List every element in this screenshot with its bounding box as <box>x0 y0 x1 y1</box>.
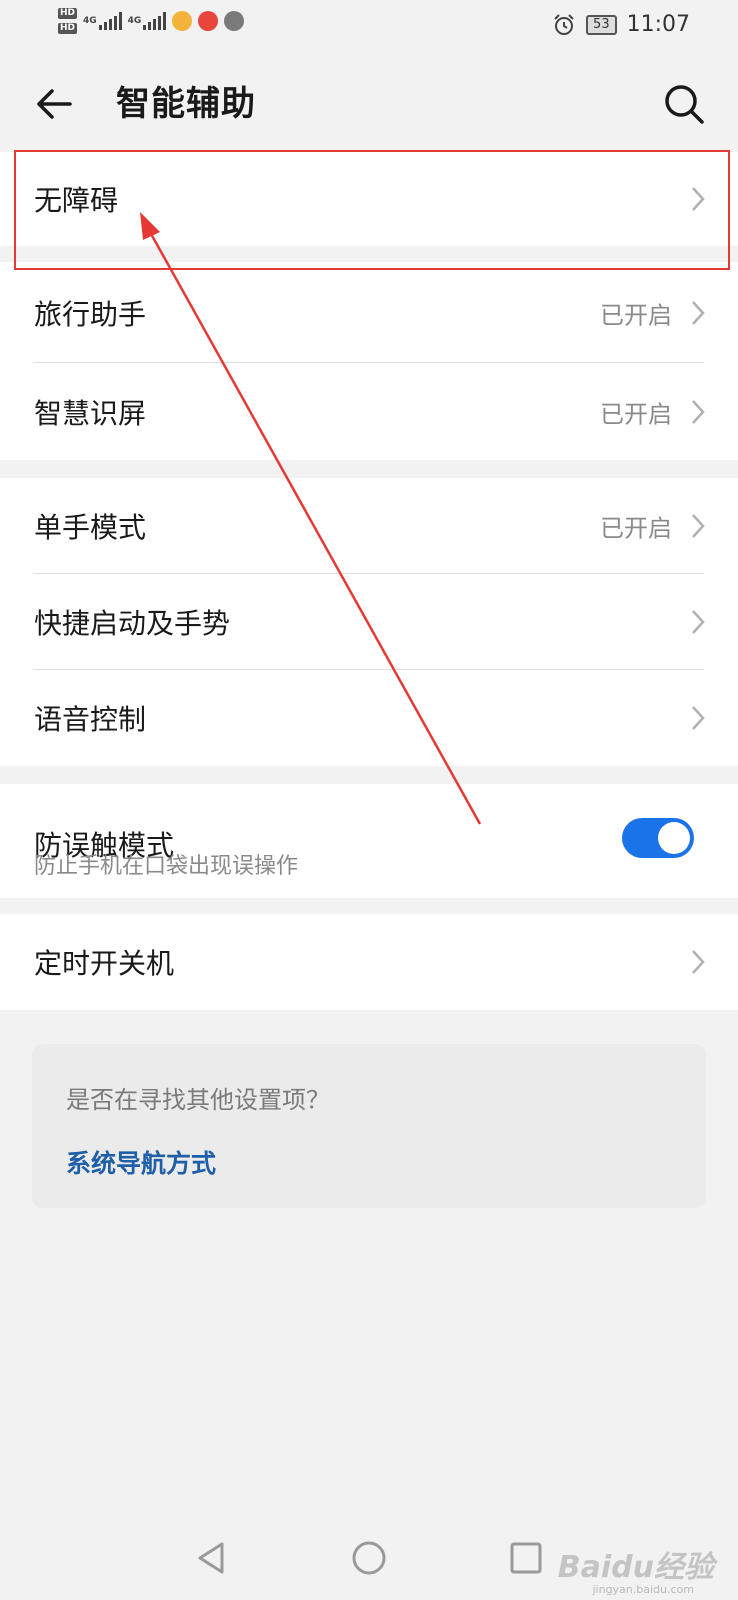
controls-card: 单手模式 已开启 快捷启动及手势 语音控制 <box>0 478 738 766</box>
scheduled-power-label: 定时开关机 <box>34 947 175 980</box>
clock-time: 11:07 <box>626 12 690 37</box>
travel-assistant-status: 已开启 <box>600 301 672 329</box>
toggle-knob <box>658 822 690 854</box>
watermark-url: jingyan.baidu.com <box>592 1583 694 1596</box>
assistant-card: 旅行助手 已开启 智慧识屏 已开启 <box>0 262 738 460</box>
smart-screen-label: 智慧识屏 <box>34 396 147 430</box>
video-app-icon <box>198 11 219 31</box>
pocket-mode-card: 防误触模式 防止手机在口袋出现误操作 <box>0 784 738 898</box>
annotation-highlight-box <box>14 150 730 270</box>
nav-recents-icon[interactable] <box>504 1536 548 1580</box>
watermark-logo: Baidu经验 <box>557 1550 714 1585</box>
hd-badge-1: HD <box>58 8 78 19</box>
battery-level: 53 <box>586 14 617 35</box>
pocket-mode-subtitle: 防止手机在口袋出现误操作 <box>34 854 299 879</box>
smart-screen-row[interactable]: 智慧识屏 已开启 <box>0 363 738 460</box>
nav-home-icon[interactable] <box>347 1536 391 1580</box>
wechat-icon <box>224 11 245 31</box>
one-hand-mode-label: 单手模式 <box>34 511 147 544</box>
pocket-mode-row: 防误触模式 防止手机在口袋出现误操作 <box>0 784 738 898</box>
chevron-right-icon <box>692 610 705 634</box>
scheduled-power-row[interactable]: 定时开关机 <box>0 914 738 1010</box>
voice-control-label: 语音控制 <box>34 703 147 736</box>
system-nav-bar: Baidu经验 jingyan.baidu.com <box>0 1516 738 1600</box>
voice-control-row[interactable]: 语音控制 <box>0 670 738 766</box>
scheduled-power-card: 定时开关机 <box>0 914 738 1010</box>
hint-question: 是否在寻找其他设置项？ <box>66 1086 330 1114</box>
network-type-1: 4G <box>83 16 97 26</box>
settings-hint-card: 是否在寻找其他设置项？ 系统导航方式 <box>32 1044 706 1208</box>
app-header: 智能辅助 <box>0 56 738 152</box>
alarm-icon <box>554 13 574 35</box>
chevron-right-icon <box>692 950 705 974</box>
quick-launch-row[interactable]: 快捷启动及手势 <box>0 574 738 670</box>
signal-icon-1 <box>98 12 122 30</box>
hd-badge-2: HD <box>58 23 78 34</box>
status-right: 53 11:07 <box>552 12 690 37</box>
chevron-right-icon <box>692 399 705 424</box>
chevron-right-icon <box>692 706 705 730</box>
chevron-right-icon <box>692 300 705 325</box>
back-arrow-icon[interactable] <box>30 80 78 128</box>
quick-launch-label: 快捷启动及手势 <box>34 607 231 640</box>
smart-screen-status: 已开启 <box>600 400 672 428</box>
chevron-right-icon <box>692 514 705 538</box>
status-bar: HD HD 4G 4G 53 11:07 <box>0 0 738 56</box>
travel-assistant-label: 旅行助手 <box>34 297 147 331</box>
hd-indicators: HD HD <box>58 8 78 34</box>
search-icon[interactable] <box>660 80 708 128</box>
signal-icon-2 <box>143 12 167 30</box>
one-hand-mode-status: 已开启 <box>600 514 672 543</box>
nav-back-icon[interactable] <box>190 1536 234 1580</box>
page-title: 智能辅助 <box>116 84 256 124</box>
one-hand-mode-row[interactable]: 单手模式 已开启 <box>0 478 738 574</box>
tiger-app-icon <box>172 11 193 31</box>
system-navigation-link[interactable]: 系统导航方式 <box>66 1144 216 1180</box>
pocket-mode-toggle[interactable] <box>622 818 694 858</box>
status-left: HD HD 4G 4G <box>58 8 245 34</box>
travel-assistant-row[interactable]: 旅行助手 已开启 <box>0 262 738 363</box>
network-type-2: 4G <box>127 16 142 26</box>
